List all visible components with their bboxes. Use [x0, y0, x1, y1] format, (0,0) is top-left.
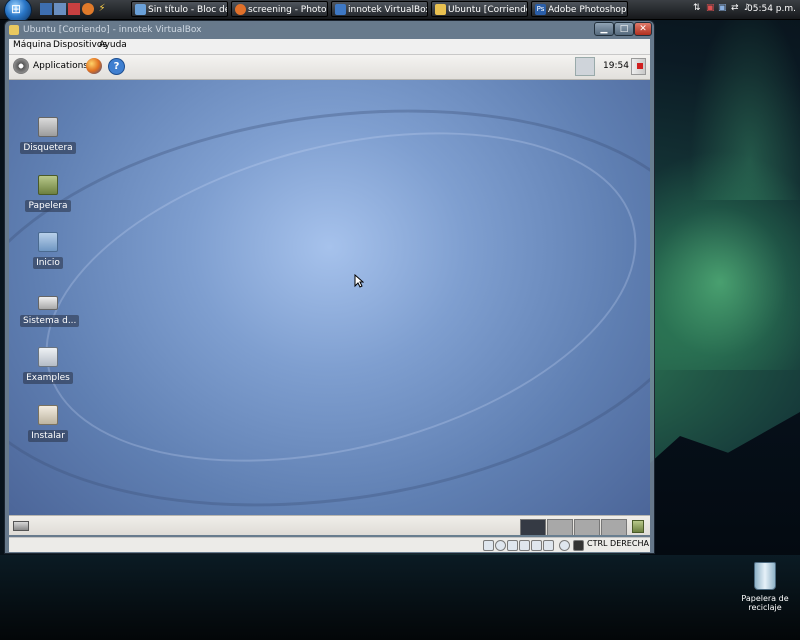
virtualbox-window: Ubuntu [Corriendo] - innotek VirtualBox …	[4, 20, 655, 554]
status-network-icon[interactable]	[519, 540, 530, 551]
guest-screen[interactable]: Applications ? 19:54 Disquetera Papelera…	[9, 55, 650, 535]
windows-logo-icon: ⊞	[11, 2, 22, 16]
desktop-icon-instalar[interactable]: Instalar	[20, 405, 76, 442]
gnome-top-panel: Applications ? 19:54	[9, 55, 650, 80]
trash-applet-icon[interactable]	[632, 520, 644, 533]
floppy-drive-icon	[38, 117, 58, 137]
desktop-icon-sistema[interactable]: Sistema d...	[20, 290, 80, 327]
applications-menu[interactable]: Applications	[33, 61, 88, 71]
task-ubuntu-vm[interactable]: Ubuntu [Corriendo] ...	[431, 1, 528, 17]
desktop-icon-disquetera[interactable]: Disquetera	[20, 117, 76, 154]
close-button[interactable]: ✕	[634, 22, 652, 36]
status-mouse-integration-icon[interactable]	[559, 540, 570, 551]
menu-ayuda[interactable]: Ayuda	[99, 40, 127, 50]
workspace-3[interactable]	[574, 519, 600, 535]
tray-network-icon[interactable]: ⇅	[693, 3, 701, 13]
window-title: Ubuntu [Corriendo] - innotek VirtualBox	[23, 25, 202, 35]
trash-icon	[38, 175, 58, 195]
desktop-icon-papelera[interactable]: Papelera	[20, 175, 76, 212]
photoshop-icon: Ps	[535, 4, 546, 15]
vbox-status-bar: CTRL DERECHA	[9, 537, 650, 552]
mouse-cursor-icon	[354, 274, 364, 288]
desktop-lake	[0, 555, 800, 640]
quicklaunch-explorer-icon[interactable]	[54, 3, 66, 15]
workspace-2[interactable]	[547, 519, 573, 535]
quicklaunch-firefox-icon[interactable]	[82, 3, 94, 15]
windows-taskbar: ⊞ ⚡ Sin título - Bloc de n... screening …	[0, 0, 800, 23]
task-notepad[interactable]: Sin título - Bloc de n...	[131, 1, 228, 17]
menu-maquina[interactable]: Máquina	[13, 40, 51, 50]
virtualbox-icon	[335, 4, 346, 15]
desktop-aurora-glow	[690, 0, 800, 200]
taskbar-clock[interactable]: 05:54 p.m.	[747, 0, 796, 19]
examples-folder-icon	[38, 347, 58, 367]
workspace-1[interactable]	[520, 519, 546, 535]
task-photoshop[interactable]: Ps Adobe Photoshop C...	[531, 1, 628, 17]
desktop-icon-examples[interactable]: Examples	[20, 347, 76, 384]
show-desktop-icon[interactable]	[13, 521, 29, 531]
gnome-bottom-panel	[9, 515, 650, 535]
gnome-foot-icon[interactable]	[13, 58, 29, 74]
task-firefox[interactable]: screening - Photob...	[231, 1, 328, 17]
tray-security-icon[interactable]: ▣	[706, 3, 715, 13]
virtualbox-vm-icon	[9, 25, 19, 35]
status-shared-folders-icon[interactable]	[543, 540, 554, 551]
install-icon	[38, 405, 58, 425]
menu-bar: Máquina Dispositivos Ayuda	[9, 39, 650, 55]
virtualbox-vm-icon	[435, 4, 446, 15]
quicklaunch-desktop-icon[interactable]	[40, 3, 52, 15]
guest-clock[interactable]: 19:54	[603, 61, 629, 71]
notepad-icon	[135, 4, 146, 15]
desktop-icon-inicio[interactable]: Inicio	[20, 232, 76, 269]
firefox-icon	[235, 4, 246, 15]
host-key-label: CTRL DERECHA	[587, 539, 649, 548]
status-usb-icon[interactable]	[531, 540, 542, 551]
help-icon[interactable]: ?	[108, 58, 125, 75]
home-folder-icon	[38, 232, 58, 252]
window-titlebar[interactable]: Ubuntu [Corriendo] - innotek VirtualBox	[5, 21, 654, 39]
recycle-bin-icon	[754, 562, 776, 590]
tray-app-icon[interactable]: ▣	[718, 3, 727, 13]
network-monitor-icon[interactable]	[575, 57, 595, 76]
recycle-bin-label: Papelera de reciclaje	[741, 594, 789, 612]
tray-connection-icon[interactable]: ⇄	[731, 3, 739, 13]
status-cdrom-icon[interactable]	[495, 540, 506, 551]
task-virtualbox[interactable]: innotek VirtualBox	[331, 1, 428, 17]
firefox-launcher-icon[interactable]	[86, 58, 102, 74]
filesystem-icon	[38, 296, 58, 310]
status-host-key-icon	[573, 540, 584, 551]
quicklaunch-lightning-icon[interactable]: ⚡	[96, 3, 108, 15]
logout-icon[interactable]	[631, 58, 646, 75]
status-floppy-icon[interactable]	[507, 540, 518, 551]
workspace-4[interactable]	[601, 519, 627, 535]
recycle-bin[interactable]: Papelera de reciclaje	[740, 562, 790, 612]
status-harddisk-icon[interactable]	[483, 540, 494, 551]
maximize-button[interactable]: □	[614, 22, 634, 36]
minimize-button[interactable]: ▁	[594, 22, 614, 36]
quicklaunch-media-icon[interactable]	[68, 3, 80, 15]
